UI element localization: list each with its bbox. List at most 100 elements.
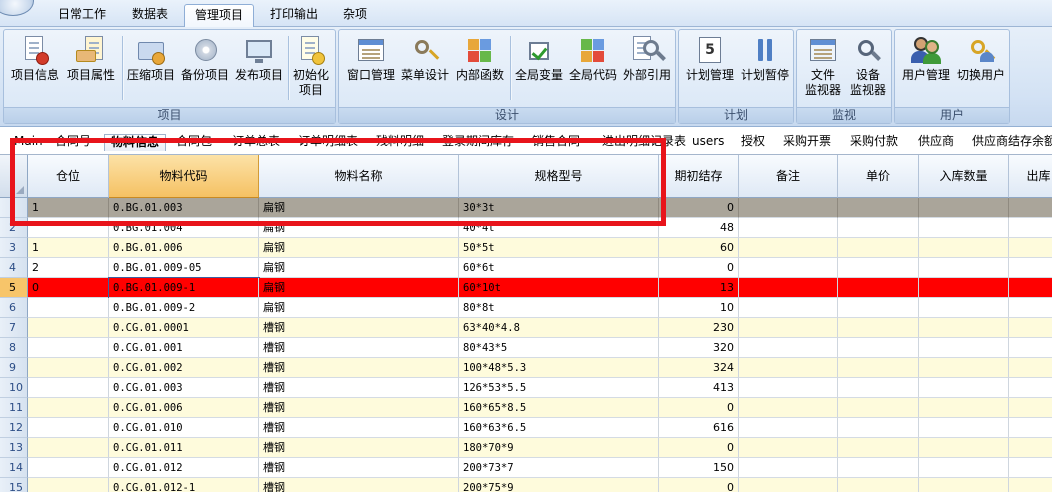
plan-management-button[interactable]: 5 计划管理 — [682, 32, 738, 83]
cell-remarks[interactable] — [739, 218, 838, 238]
sheet-tab-sales-contract[interactable]: 销售合同 — [532, 134, 580, 151]
cell-material-code[interactable]: 0.CG.01.011 — [109, 438, 259, 458]
cell-spec[interactable]: 80*43*5 — [459, 338, 659, 358]
cell-unit-price[interactable] — [838, 358, 919, 378]
cell-remarks[interactable] — [739, 478, 838, 492]
cell-spec[interactable]: 200*73*7 — [459, 458, 659, 478]
cell-spec[interactable]: 160*63*6.5 — [459, 418, 659, 438]
sheet-tab-main[interactable]: Main — [14, 134, 43, 151]
cell-opening-stock[interactable]: 0 — [659, 438, 739, 458]
table-row[interactable]: 12 0.CG.01.010 槽钢 160*63*6.5 616 — [0, 418, 1052, 438]
cell-inbound-qty[interactable] — [919, 218, 1009, 238]
table-row[interactable]: 5 0 0.BG.01.009-1 扁钢 60*10t 13 — [0, 277, 1052, 299]
cell-material-name[interactable]: 槽钢 — [259, 358, 459, 378]
menu-tab-misc[interactable]: 杂项 — [334, 4, 376, 27]
cell-outbound[interactable] — [1009, 398, 1052, 418]
cell-material-name[interactable]: 槽钢 — [259, 378, 459, 398]
cell-remarks[interactable] — [739, 198, 838, 218]
cell-opening-stock[interactable]: 324 — [659, 358, 739, 378]
column-header-opening-stock[interactable]: 期初结存 — [659, 155, 739, 198]
cell-material-name[interactable]: 槽钢 — [259, 338, 459, 358]
cell-spec[interactable]: 30*3t — [459, 198, 659, 218]
cell-spec[interactable]: 80*8t — [459, 298, 659, 318]
row-number[interactable]: 5 — [0, 278, 28, 298]
table-row[interactable]: 8 0.CG.01.001 槽钢 80*43*5 320 — [0, 338, 1052, 358]
cell-outbound[interactable] — [1009, 238, 1052, 258]
column-header-material-name[interactable]: 物料名称 — [259, 155, 459, 198]
cell-outbound[interactable] — [1009, 358, 1052, 378]
cell-opening-stock[interactable]: 150 — [659, 458, 739, 478]
column-header-spec[interactable]: 规格型号 — [459, 155, 659, 198]
cell-opening-stock[interactable]: 0 — [659, 398, 739, 418]
cell-material-name[interactable]: 扁钢 — [259, 278, 459, 298]
sheet-tab-contract-no[interactable]: 合同号 — [55, 134, 91, 151]
cell-material-code[interactable]: 0.CG.01.012-1 — [109, 478, 259, 492]
cell-remarks[interactable] — [739, 258, 838, 278]
cell-opening-stock[interactable]: 10 — [659, 298, 739, 318]
cell-material-name[interactable]: 槽钢 — [259, 418, 459, 438]
cell-material-name[interactable]: 槽钢 — [259, 398, 459, 418]
cell-material-code[interactable]: 0.CG.01.006 — [109, 398, 259, 418]
table-row[interactable]: 7 0.CG.01.0001 槽钢 63*40*4.8 230 — [0, 318, 1052, 338]
cell-remarks[interactable] — [739, 398, 838, 418]
cell-material-code[interactable]: 0.BG.01.009-2 — [109, 298, 259, 318]
row-number[interactable]: 11 — [0, 398, 28, 418]
data-grid[interactable]: 仓位 物料代码 物料名称 规格型号 期初结存 备注 单价 入库数量 出库 110… — [0, 155, 1052, 492]
cell-material-name[interactable]: 扁钢 — [259, 218, 459, 238]
cell-location[interactable] — [28, 218, 109, 238]
table-row[interactable]: 3 1 0.BG.01.006 扁钢 50*5t 60 — [0, 238, 1052, 258]
cell-opening-stock[interactable]: 0 — [659, 198, 739, 218]
cell-unit-price[interactable] — [838, 318, 919, 338]
column-header-outbound[interactable]: 出库 — [1009, 155, 1052, 198]
application-orb-button[interactable] — [0, 0, 34, 16]
cell-inbound-qty[interactable] — [919, 478, 1009, 492]
cell-remarks[interactable] — [739, 358, 838, 378]
cell-material-code[interactable]: 0.CG.01.010 — [109, 418, 259, 438]
row-number[interactable]: 15 — [0, 478, 28, 492]
column-header-unit-price[interactable]: 单价 — [838, 155, 919, 198]
cell-spec[interactable]: 126*53*5.5 — [459, 378, 659, 398]
cell-inbound-qty[interactable] — [919, 358, 1009, 378]
cell-inbound-qty[interactable] — [919, 258, 1009, 278]
row-number[interactable]: 4 — [0, 258, 28, 278]
cell-spec[interactable]: 160*65*8.5 — [459, 398, 659, 418]
cell-inbound-qty[interactable] — [919, 418, 1009, 438]
table-row[interactable]: 13 0.CG.01.011 槽钢 180*70*9 0 — [0, 438, 1052, 458]
sheet-tab-material-info[interactable]: 物料信息 — [104, 134, 166, 151]
cell-remarks[interactable] — [739, 418, 838, 438]
cell-opening-stock[interactable]: 413 — [659, 378, 739, 398]
cell-spec[interactable]: 60*10t — [459, 278, 659, 298]
column-header-remarks[interactable]: 备注 — [739, 155, 838, 198]
cell-spec[interactable]: 200*75*9 — [459, 478, 659, 492]
table-row[interactable]: 4 2 0.BG.01.009-05 扁钢 60*6t 0 — [0, 258, 1052, 278]
cell-location[interactable] — [28, 298, 109, 318]
cell-unit-price[interactable] — [838, 378, 919, 398]
sheet-tab-scrap-details[interactable]: 残料明细 — [376, 134, 424, 151]
cell-unit-price[interactable] — [838, 458, 919, 478]
cell-outbound[interactable] — [1009, 458, 1052, 478]
cell-outbound[interactable] — [1009, 218, 1052, 238]
cell-spec[interactable]: 100*48*5.3 — [459, 358, 659, 378]
row-number[interactable]: 2 — [0, 218, 28, 238]
cell-material-code[interactable]: 0.BG.01.003 — [109, 198, 259, 218]
row-number[interactable]: 10 — [0, 378, 28, 398]
cell-opening-stock[interactable]: 0 — [659, 478, 739, 492]
cell-outbound[interactable] — [1009, 438, 1052, 458]
publish-project-button[interactable]: 发布项目 — [231, 32, 287, 83]
cell-inbound-qty[interactable] — [919, 438, 1009, 458]
cell-outbound[interactable] — [1009, 338, 1052, 358]
cell-unit-price[interactable] — [838, 438, 919, 458]
sheet-tab-supplier[interactable]: 供应商 — [918, 134, 954, 151]
cell-material-code[interactable]: 0.BG.01.006 — [109, 238, 259, 258]
row-number[interactable]: 14 — [0, 458, 28, 478]
cell-material-code[interactable]: 0.CG.01.003 — [109, 378, 259, 398]
row-number[interactable]: 6 — [0, 298, 28, 318]
cell-remarks[interactable] — [739, 438, 838, 458]
cell-location[interactable] — [28, 358, 109, 378]
cell-material-name[interactable]: 槽钢 — [259, 458, 459, 478]
cell-outbound[interactable] — [1009, 318, 1052, 338]
cell-location[interactable]: 2 — [28, 258, 109, 278]
cell-unit-price[interactable] — [838, 258, 919, 278]
cell-location[interactable] — [28, 438, 109, 458]
cell-spec[interactable]: 40*4t — [459, 218, 659, 238]
